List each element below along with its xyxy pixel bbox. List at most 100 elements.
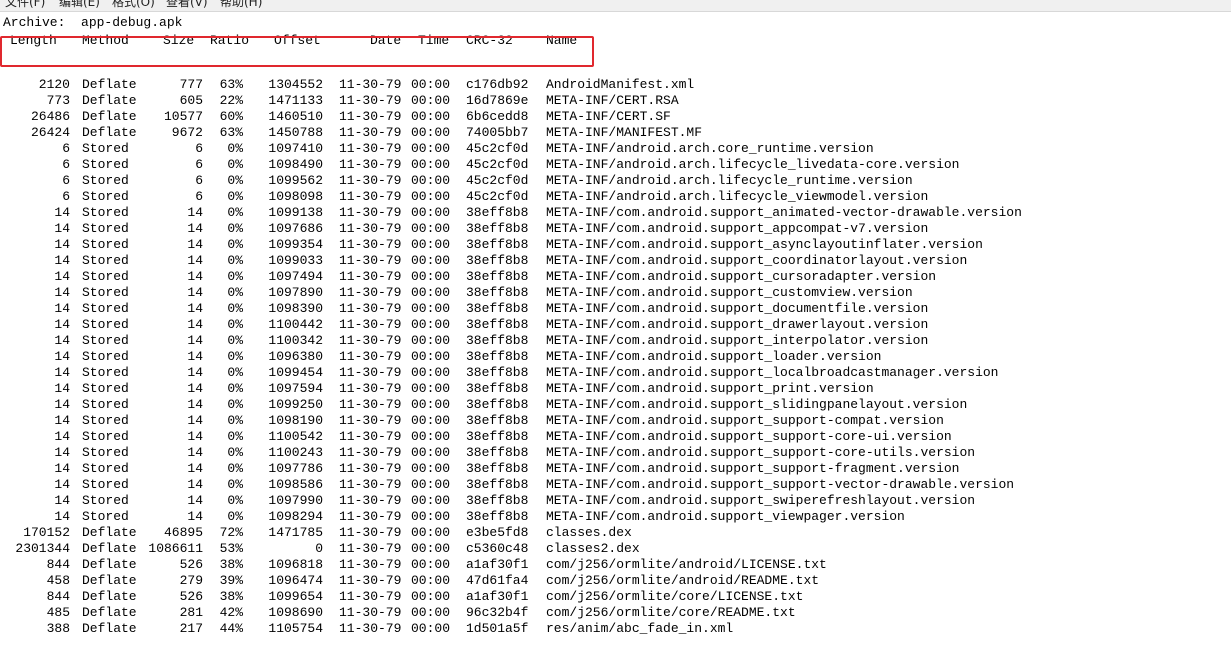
- cell-name: META-INF/com.android.support_print.versi…: [546, 381, 874, 396]
- cell-time: 00:00: [411, 509, 451, 524]
- cell-time: 00:00: [411, 557, 451, 572]
- cell-crc32: 16d7869e: [466, 93, 529, 108]
- cell-time: 00:00: [411, 285, 451, 300]
- cell-length: 14: [54, 317, 70, 332]
- cell-crc32: a1af30f1: [466, 557, 529, 572]
- cell-length: 14: [54, 349, 70, 364]
- cell-date: 11-30-79: [339, 525, 402, 540]
- cell-name: AndroidManifest.xml: [546, 77, 695, 92]
- table-row: 26486 Deflate 10577 60% 1460510 11-30-79 00:00…: [0, 109, 1231, 125]
- table-row: 14 Stored 14 0% 1100243 11-30-79 00:00 38eff8b8…: [0, 445, 1231, 461]
- table-row: 14 Stored 14 0% 1099250 11-30-79 00:00 38eff8b8…: [0, 397, 1231, 413]
- cell-length: 844: [46, 589, 70, 604]
- cell-length: 14: [54, 493, 70, 508]
- table-row: 14 Stored 14 0% 1100442 11-30-79 00:00 38eff8b8…: [0, 317, 1231, 333]
- table-row: 14 Stored 14 0% 1099354 11-30-79 00:00 38eff8b8…: [0, 237, 1231, 253]
- header-size: Size: [163, 33, 195, 48]
- menu-item-3[interactable]: 查看(V): [166, 0, 208, 10]
- cell-offset: 1105754: [268, 621, 323, 636]
- menu-item-0[interactable]: 文件(F): [5, 0, 45, 10]
- header-length: Length: [10, 33, 57, 48]
- cell-name: META-INF/com.android.support_asynclayout…: [546, 237, 983, 252]
- cell-name: META-INF/com.android.support_swiperefres…: [546, 493, 976, 508]
- table-row: 844 Deflate 526 38% 1096818 11-30-79 00:00 a1af…: [0, 557, 1231, 573]
- table-row: 14 Stored 14 0% 1097594 11-30-79 00:00 38eff8b8…: [0, 381, 1231, 397]
- cell-time: 00:00: [411, 205, 451, 220]
- cell-name: META-INF/com.android.support_cursoradapt…: [546, 269, 937, 284]
- menu-item-1[interactable]: 编辑(E): [59, 0, 100, 10]
- cell-time: 00:00: [411, 141, 451, 156]
- archive-line: Archive: app-debug.apk: [3, 15, 183, 30]
- cell-name: META-INF/com.android.support_support-fra…: [546, 461, 960, 476]
- cell-crc32: 38eff8b8: [466, 381, 529, 396]
- cell-date: 11-30-79: [339, 605, 402, 620]
- cell-crc32: 6b6cedd8: [466, 109, 529, 124]
- table-row: 14 Stored 14 0% 1097686 11-30-79 00:00 38eff8b8…: [0, 221, 1231, 237]
- cell-time: 00:00: [411, 349, 451, 364]
- cell-date: 11-30-79: [339, 461, 402, 476]
- cell-date: 11-30-79: [339, 349, 402, 364]
- cell-name: META-INF/com.android.support_animated-ve…: [546, 205, 1022, 220]
- cell-time: 00:00: [411, 621, 451, 636]
- menu-item-2[interactable]: 格式(O): [112, 0, 155, 10]
- cell-time: 00:00: [411, 477, 451, 492]
- cell-offset: 1100243: [268, 445, 323, 460]
- cell-name: META-INF/android.arch.lifecycle_runtime.…: [546, 173, 913, 188]
- cell-time: 00:00: [411, 301, 451, 316]
- cell-name: classes2.dex: [546, 541, 640, 556]
- cell-date: 11-30-79: [339, 333, 402, 348]
- cell-offset: 1098294: [268, 509, 323, 524]
- cell-name: META-INF/com.android.support_support-cor…: [546, 445, 976, 460]
- cell-length: 388: [46, 621, 70, 636]
- table-row: 14 Stored 14 0% 1098190 11-30-79 00:00 38eff8b8…: [0, 413, 1231, 429]
- cell-crc32: 38eff8b8: [466, 493, 529, 508]
- cell-name: META-INF/android.arch.core_runtime.versi…: [546, 141, 874, 156]
- cell-offset: 1096818: [268, 557, 323, 572]
- header-date: Date: [370, 33, 402, 48]
- cell-date: 11-30-79: [339, 429, 402, 444]
- cell-offset: 1099250: [268, 397, 323, 412]
- cell-time: 00:00: [411, 413, 451, 428]
- table-row: 6 Stored 6 0% 1097410 11-30-79 00:00 45c2cf0d ME…: [0, 141, 1231, 157]
- cell-time: 00:00: [411, 525, 451, 540]
- cell-name: classes.dex: [546, 525, 632, 540]
- cell-date: 11-30-79: [339, 397, 402, 412]
- cell-date: 11-30-79: [339, 221, 402, 236]
- text-editor-area[interactable]: Archive: app-debug.apk Length Method Size R…: [0, 12, 1231, 645]
- header-method: Method: [82, 33, 129, 48]
- cell-offset: 1098390: [268, 301, 323, 316]
- table-row: 14 Stored 14 0% 1097494 11-30-79 00:00 38eff8b8…: [0, 269, 1231, 285]
- cell-offset: 1471133: [268, 93, 323, 108]
- cell-name: META-INF/com.android.support_customview.…: [546, 285, 913, 300]
- cell-length: 14: [54, 445, 70, 460]
- cell-length: 14: [54, 461, 70, 476]
- header-time: Time: [418, 33, 450, 48]
- table-row: 14 Stored 14 0% 1097786 11-30-79 00:00 38eff8b8…: [0, 461, 1231, 477]
- cell-crc32: 38eff8b8: [466, 397, 529, 412]
- cell-crc32: 38eff8b8: [466, 237, 529, 252]
- cell-date: 11-30-79: [339, 381, 402, 396]
- cell-length: 485: [46, 605, 70, 620]
- menu-item-4[interactable]: 帮助(H): [220, 0, 262, 10]
- cell-time: 00:00: [411, 381, 451, 396]
- cell-length: 6: [62, 157, 70, 172]
- table-row: 26424 Deflate 9672 63% 1450788 11-30-79 00:00 7…: [0, 125, 1231, 141]
- cell-length: 14: [54, 221, 70, 236]
- table-row: 844 Deflate 526 38% 1099654 11-30-79 00:00 a1af…: [0, 589, 1231, 605]
- cell-date: 11-30-79: [339, 109, 402, 124]
- cell-date: 11-30-79: [339, 445, 402, 460]
- cell-length: 2120: [38, 77, 70, 92]
- cell-date: 11-30-79: [339, 317, 402, 332]
- cell-time: 00:00: [411, 189, 451, 204]
- cell-name: META-INF/com.android.support_documentfil…: [546, 301, 929, 316]
- cell-date: 11-30-79: [339, 285, 402, 300]
- header-offset: Offset: [274, 33, 321, 48]
- cell-crc32: 45c2cf0d: [466, 173, 529, 188]
- cell-date: 11-30-79: [339, 93, 402, 108]
- table-row: 14 Stored 14 0% 1099033 11-30-79 00:00 38eff8b8…: [0, 253, 1231, 269]
- cell-date: 11-30-79: [339, 477, 402, 492]
- cell-name: META-INF/com.android.support_drawerlayou…: [546, 317, 929, 332]
- cell-time: 00:00: [411, 221, 451, 236]
- cell-name: META-INF/com.android.support_support-vec…: [546, 477, 1015, 492]
- table-row: 14 Stored 14 0% 1098294 11-30-79 00:00 38eff8b8…: [0, 509, 1231, 525]
